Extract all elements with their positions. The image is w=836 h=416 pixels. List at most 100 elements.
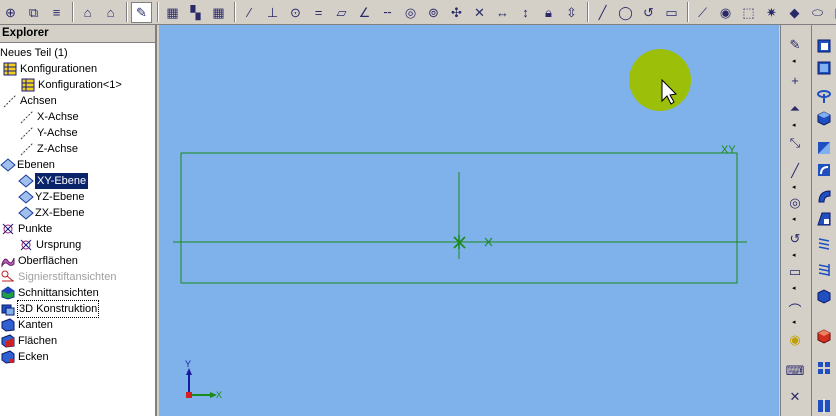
tree-item-y-achse[interactable]: Y-Achse xyxy=(20,125,78,141)
tree-item-label: ZX-Ebene xyxy=(35,207,85,219)
pattern-icon[interactable]: ✷ xyxy=(761,2,782,23)
construction-line-icon[interactable]: ⟋ xyxy=(692,2,713,23)
spring-icon[interactable] xyxy=(815,261,834,280)
cross-tool-icon[interactable]: ✕ xyxy=(784,387,806,407)
line-constraint-icon[interactable]: ∕ xyxy=(239,2,260,23)
horizontal-icon[interactable]: ⏥ xyxy=(331,2,352,23)
align-icon[interactable]: ≡ xyxy=(46,2,67,23)
flyout-arrow-icon[interactable]: ◂ xyxy=(792,284,796,292)
tree-item-label: Ursprung xyxy=(36,239,82,251)
dashed-line-icon[interactable]: ╌ xyxy=(377,2,398,23)
flyout-arrow-icon[interactable]: ◂ xyxy=(792,183,796,191)
circle-tool-icon[interactable]: ◯ xyxy=(615,2,636,23)
revolve-icon[interactable] xyxy=(815,87,834,106)
line-sketch-icon[interactable]: ╱ xyxy=(784,161,806,181)
tree-item-schnittansichten[interactable]: Schnittansichten xyxy=(1,285,99,301)
construction-point-icon[interactable]: ◉ xyxy=(715,2,736,23)
cross-icon[interactable]: ✕ xyxy=(469,2,490,23)
triad-y-label: Y xyxy=(185,359,191,369)
box-icon[interactable] xyxy=(815,59,834,78)
grid-icon[interactable]: ▦ xyxy=(162,2,183,23)
loft-icon[interactable] xyxy=(815,109,834,128)
flyout-arrow-icon[interactable]: ◂ xyxy=(792,251,796,259)
tree-item-signierstiftansichten[interactable]: Signierstiftansichten xyxy=(1,269,116,285)
select-box-icon[interactable]: ⬚ xyxy=(738,2,759,23)
arc-sketch-icon[interactable]: ↺ xyxy=(784,229,806,249)
vertical-distance-icon[interactable]: ↕ xyxy=(515,2,536,23)
point-sketch-icon[interactable]: ◉ xyxy=(784,330,806,350)
tree-item-xy-ebene[interactable]: XY-Ebene xyxy=(18,173,89,189)
tree-item-3d-konstruktion[interactable]: 3D Konstruktion xyxy=(1,300,100,318)
explorer-panel: Explorer Neues Teil (1) Konfigurationen … xyxy=(0,25,157,416)
tree-item-kanten[interactable]: Kanten xyxy=(1,317,53,333)
perpendicular-icon[interactable]: ⊥ xyxy=(262,2,283,23)
mirror-icon[interactable] xyxy=(815,397,834,416)
angle-icon[interactable]: ∠ xyxy=(354,2,375,23)
tree-item-zx-ebene[interactable]: ZX-Ebene xyxy=(18,205,85,221)
tree-item-oberflaechen[interactable]: Oberflächen xyxy=(1,253,78,269)
trim-tool-icon[interactable]: ⤡ xyxy=(784,133,806,153)
construction-icon xyxy=(1,302,15,316)
tree-item-ursprung[interactable]: Ursprung xyxy=(19,237,81,253)
shape-icon[interactable]: ⬭ xyxy=(807,2,828,23)
tangent-icon[interactable]: ⊙ xyxy=(285,2,306,23)
tree-item-label: 3D Konstruktion xyxy=(16,300,100,318)
tree-item-punkte[interactable]: Punkte xyxy=(1,221,52,237)
thread-icon[interactable] xyxy=(815,235,834,254)
fill-icon[interactable]: ◆ xyxy=(784,2,805,23)
tree-item-label: Signierstiftansichten xyxy=(18,271,117,283)
tree-item-ecken[interactable]: Ecken xyxy=(1,349,49,365)
pattern-3d-icon[interactable] xyxy=(815,359,834,378)
coincident-icon[interactable]: ⊚ xyxy=(423,2,444,23)
shell-icon[interactable] xyxy=(815,139,834,158)
tree-item-konfigurationen[interactable]: Konfigurationen xyxy=(3,61,97,77)
triangle-tool-icon[interactable]: ⏶ xyxy=(784,99,806,119)
horizontal-distance-icon[interactable]: ↔ xyxy=(492,2,513,23)
tree-item-x-achse[interactable]: X-Achse xyxy=(20,109,79,125)
sketch-toggle-icon[interactable]: ✎ xyxy=(131,1,152,23)
save-folder-icon[interactable]: ⌂ xyxy=(100,2,121,23)
table-grid-icon[interactable]: ▦ xyxy=(208,2,229,23)
sweep-icon[interactable] xyxy=(815,187,834,206)
fix-icon[interactable]: ⇳ xyxy=(561,2,582,23)
extrude-icon[interactable] xyxy=(815,37,834,56)
line-tool-icon[interactable]: ╱ xyxy=(592,2,613,23)
axis-icon xyxy=(20,126,34,140)
draft-icon[interactable] xyxy=(815,210,834,229)
circle-sketch-icon[interactable]: ◎ xyxy=(784,193,806,213)
concentric-icon[interactable]: ◎ xyxy=(400,2,421,23)
add-point-icon[interactable]: + xyxy=(784,70,806,90)
midpoint-icon[interactable]: ✣ xyxy=(446,2,467,23)
equal-icon[interactable]: = xyxy=(308,2,329,23)
rectangle-sketch-icon[interactable]: ▭ xyxy=(784,262,806,282)
tree-item-label: Ecken xyxy=(18,351,49,363)
flyout-arrow-icon[interactable]: ◂ xyxy=(792,318,796,326)
rectangle-tool-icon[interactable]: ▭ xyxy=(661,2,682,23)
tree-item-achsen[interactable]: Achsen xyxy=(3,93,57,109)
sketch-mode-icon[interactable]: ✎ xyxy=(784,35,806,55)
open-folder-icon[interactable]: ⌂ xyxy=(77,2,98,23)
tree-item-yz-ebene[interactable]: YZ-Ebene xyxy=(18,189,85,205)
tree-item-konfiguration-1[interactable]: Konfiguration<1> xyxy=(21,77,122,93)
solid-color-icon[interactable] xyxy=(815,327,834,346)
tool-icon-1[interactable]: ⊕ xyxy=(0,2,21,23)
solid-icon[interactable] xyxy=(815,287,834,306)
curve-sketch-icon[interactable]: ⌒ xyxy=(784,299,806,319)
lock-icon[interactable]: 🔒︎ xyxy=(538,2,559,23)
tree-item-flaechen[interactable]: Flächen xyxy=(1,333,57,349)
flyout-arrow-icon[interactable]: ◂ xyxy=(792,215,796,223)
arc-tool-icon[interactable]: ↺ xyxy=(638,2,659,23)
fillet-icon[interactable] xyxy=(815,161,834,180)
tool-icon-2[interactable]: ⧉ xyxy=(23,2,44,23)
flyout-arrow-icon[interactable]: ◂ xyxy=(792,57,796,65)
sketch-canvas[interactable]: XY Y X xyxy=(159,25,779,416)
library-icon[interactable]: ▥ xyxy=(830,2,836,23)
snap-grid-icon[interactable]: ▚ xyxy=(185,2,206,23)
plane-icon xyxy=(0,158,16,172)
tree-item-ebenen[interactable]: Ebenen xyxy=(0,157,55,173)
tree-item-z-achse[interactable]: Z-Achse xyxy=(20,141,78,157)
axis-icon xyxy=(3,94,17,108)
tree-item-part[interactable]: Neues Teil (1) xyxy=(0,45,68,61)
flyout-arrow-icon[interactable]: ◂ xyxy=(792,121,796,129)
keyboard-icon[interactable]: ⌨ xyxy=(784,361,806,381)
